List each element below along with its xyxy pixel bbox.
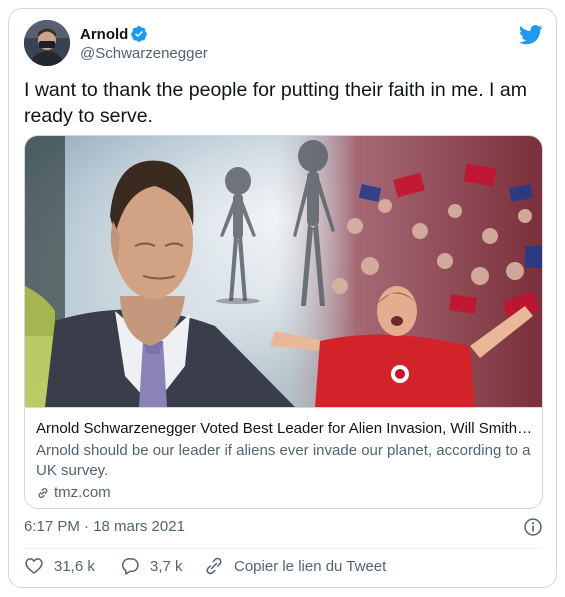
- like-button[interactable]: 31,6 k: [24, 556, 95, 576]
- reply-count: 3,7 k: [150, 557, 183, 575]
- copy-link-label: Copier le lien du Tweet: [234, 557, 387, 575]
- link-icon: [38, 487, 48, 498]
- card-title[interactable]: Arnold Schwarzenegger Voted Best Leader …: [36, 420, 536, 437]
- verified-badge-icon: [131, 26, 147, 42]
- card-body[interactable]: Arnold Schwarzenegger Voted Best Leader …: [25, 407, 542, 508]
- info-icon[interactable]: [523, 517, 543, 537]
- card-domain-text[interactable]: tmz.com: [54, 484, 111, 501]
- divider: [24, 548, 543, 549]
- tweet-card[interactable]: Arnold @Schwarzenegger I want to thank t…: [8, 8, 557, 588]
- tweet-text: I want to thank the people for putting t…: [24, 79, 527, 127]
- author-name[interactable]: Arnold: [80, 26, 128, 43]
- card-domain[interactable]: tmz.com: [36, 484, 111, 501]
- timestamp[interactable]: 6:17 PM · 18 mars 2021: [24, 518, 185, 535]
- heart-icon: [25, 558, 43, 574]
- copy-link-button[interactable]: Copier le lien du Tweet: [204, 556, 386, 576]
- twitter-bird-icon[interactable]: [519, 25, 543, 45]
- avatar[interactable]: [24, 20, 70, 66]
- link-icon: [206, 557, 222, 575]
- like-count: 31,6 k: [54, 557, 95, 575]
- reply-button[interactable]: 3,7 k: [120, 556, 183, 576]
- card-description: Arnold should be our leader if aliens ev…: [36, 442, 531, 479]
- author-handle[interactable]: @Schwarzenegger: [80, 45, 208, 62]
- link-card[interactable]: Arnold Schwarzenegger Voted Best Leader …: [24, 135, 543, 509]
- speech-bubble-icon: [121, 558, 139, 575]
- card-image[interactable]: [25, 136, 542, 407]
